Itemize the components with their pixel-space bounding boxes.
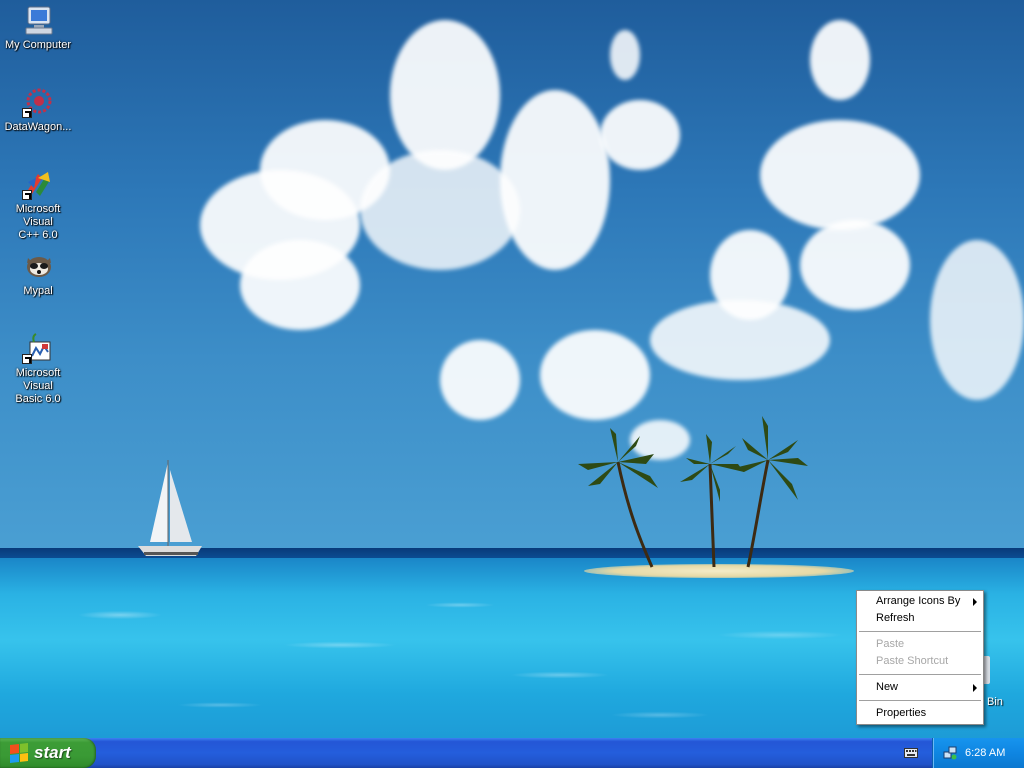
clock[interactable]: 6:28 AM <box>965 747 1005 759</box>
shortcut-arrow-icon <box>22 108 32 118</box>
menu-item-arrange-icons-by[interactable]: Arrange Icons By <box>857 593 983 610</box>
menu-item-refresh[interactable]: Refresh <box>857 610 983 627</box>
menu-separator <box>859 700 981 701</box>
visual-basic-icon <box>22 332 54 364</box>
desktop-icon-datawagon[interactable]: DataWagon... <box>0 86 76 134</box>
start-button[interactable]: start <box>0 738 96 768</box>
desktop-icon-mypal[interactable]: Mypal <box>0 250 76 298</box>
my-computer-icon <box>22 4 54 36</box>
desktop-icon-label: Mypal <box>23 285 53 297</box>
network-icon[interactable] <box>943 746 957 760</box>
datawagon-icon <box>22 86 54 118</box>
menu-item-new[interactable]: New <box>857 679 983 696</box>
desktop-icon-my-computer[interactable]: My Computer <box>0 4 76 52</box>
desktop-icon-label: Microsoft Visual Basic 6.0 <box>15 367 61 405</box>
windows-flag-icon <box>10 743 28 763</box>
desktop-icon-label: DataWagon... <box>4 121 72 133</box>
menu-item-paste: Paste <box>876 638 905 650</box>
mypal-icon <box>22 250 54 282</box>
system-tray: 6:28 AM <box>932 738 1024 768</box>
desktop-icon-label: Microsoft Visual C++ 6.0 <box>15 203 61 241</box>
shortcut-arrow-icon <box>22 190 32 200</box>
start-label: start <box>34 743 71 762</box>
desktop-icon-visual-basic[interactable]: Microsoft Visual Basic 6.0 <box>0 332 76 406</box>
wallpaper-scenery <box>138 416 808 568</box>
sailboat-image <box>138 460 202 556</box>
menu-separator <box>859 674 981 675</box>
menu-item-properties[interactable]: Properties <box>857 705 983 722</box>
desktop-icon-label: Bin <box>987 696 1003 708</box>
desktop-icon-label: My Computer <box>4 39 72 51</box>
visual-cpp-icon <box>22 168 54 200</box>
shortcut-arrow-icon <box>22 354 32 364</box>
desktop-context-menu: Arrange Icons By Refresh Paste Paste Sho… <box>856 590 984 725</box>
taskbar[interactable] <box>0 738 1024 768</box>
desktop[interactable]: My Computer DataWagon... Microsoft Visua… <box>0 0 1024 768</box>
desktop-icon-visual-cpp[interactable]: Microsoft Visual C++ 6.0 <box>0 168 76 242</box>
submenu-arrow-icon <box>973 684 977 692</box>
keyboard-icon[interactable] <box>904 746 918 758</box>
menu-separator <box>859 631 981 632</box>
menu-item-paste-shortcut: Paste Shortcut <box>876 655 949 667</box>
submenu-arrow-icon <box>973 598 977 606</box>
